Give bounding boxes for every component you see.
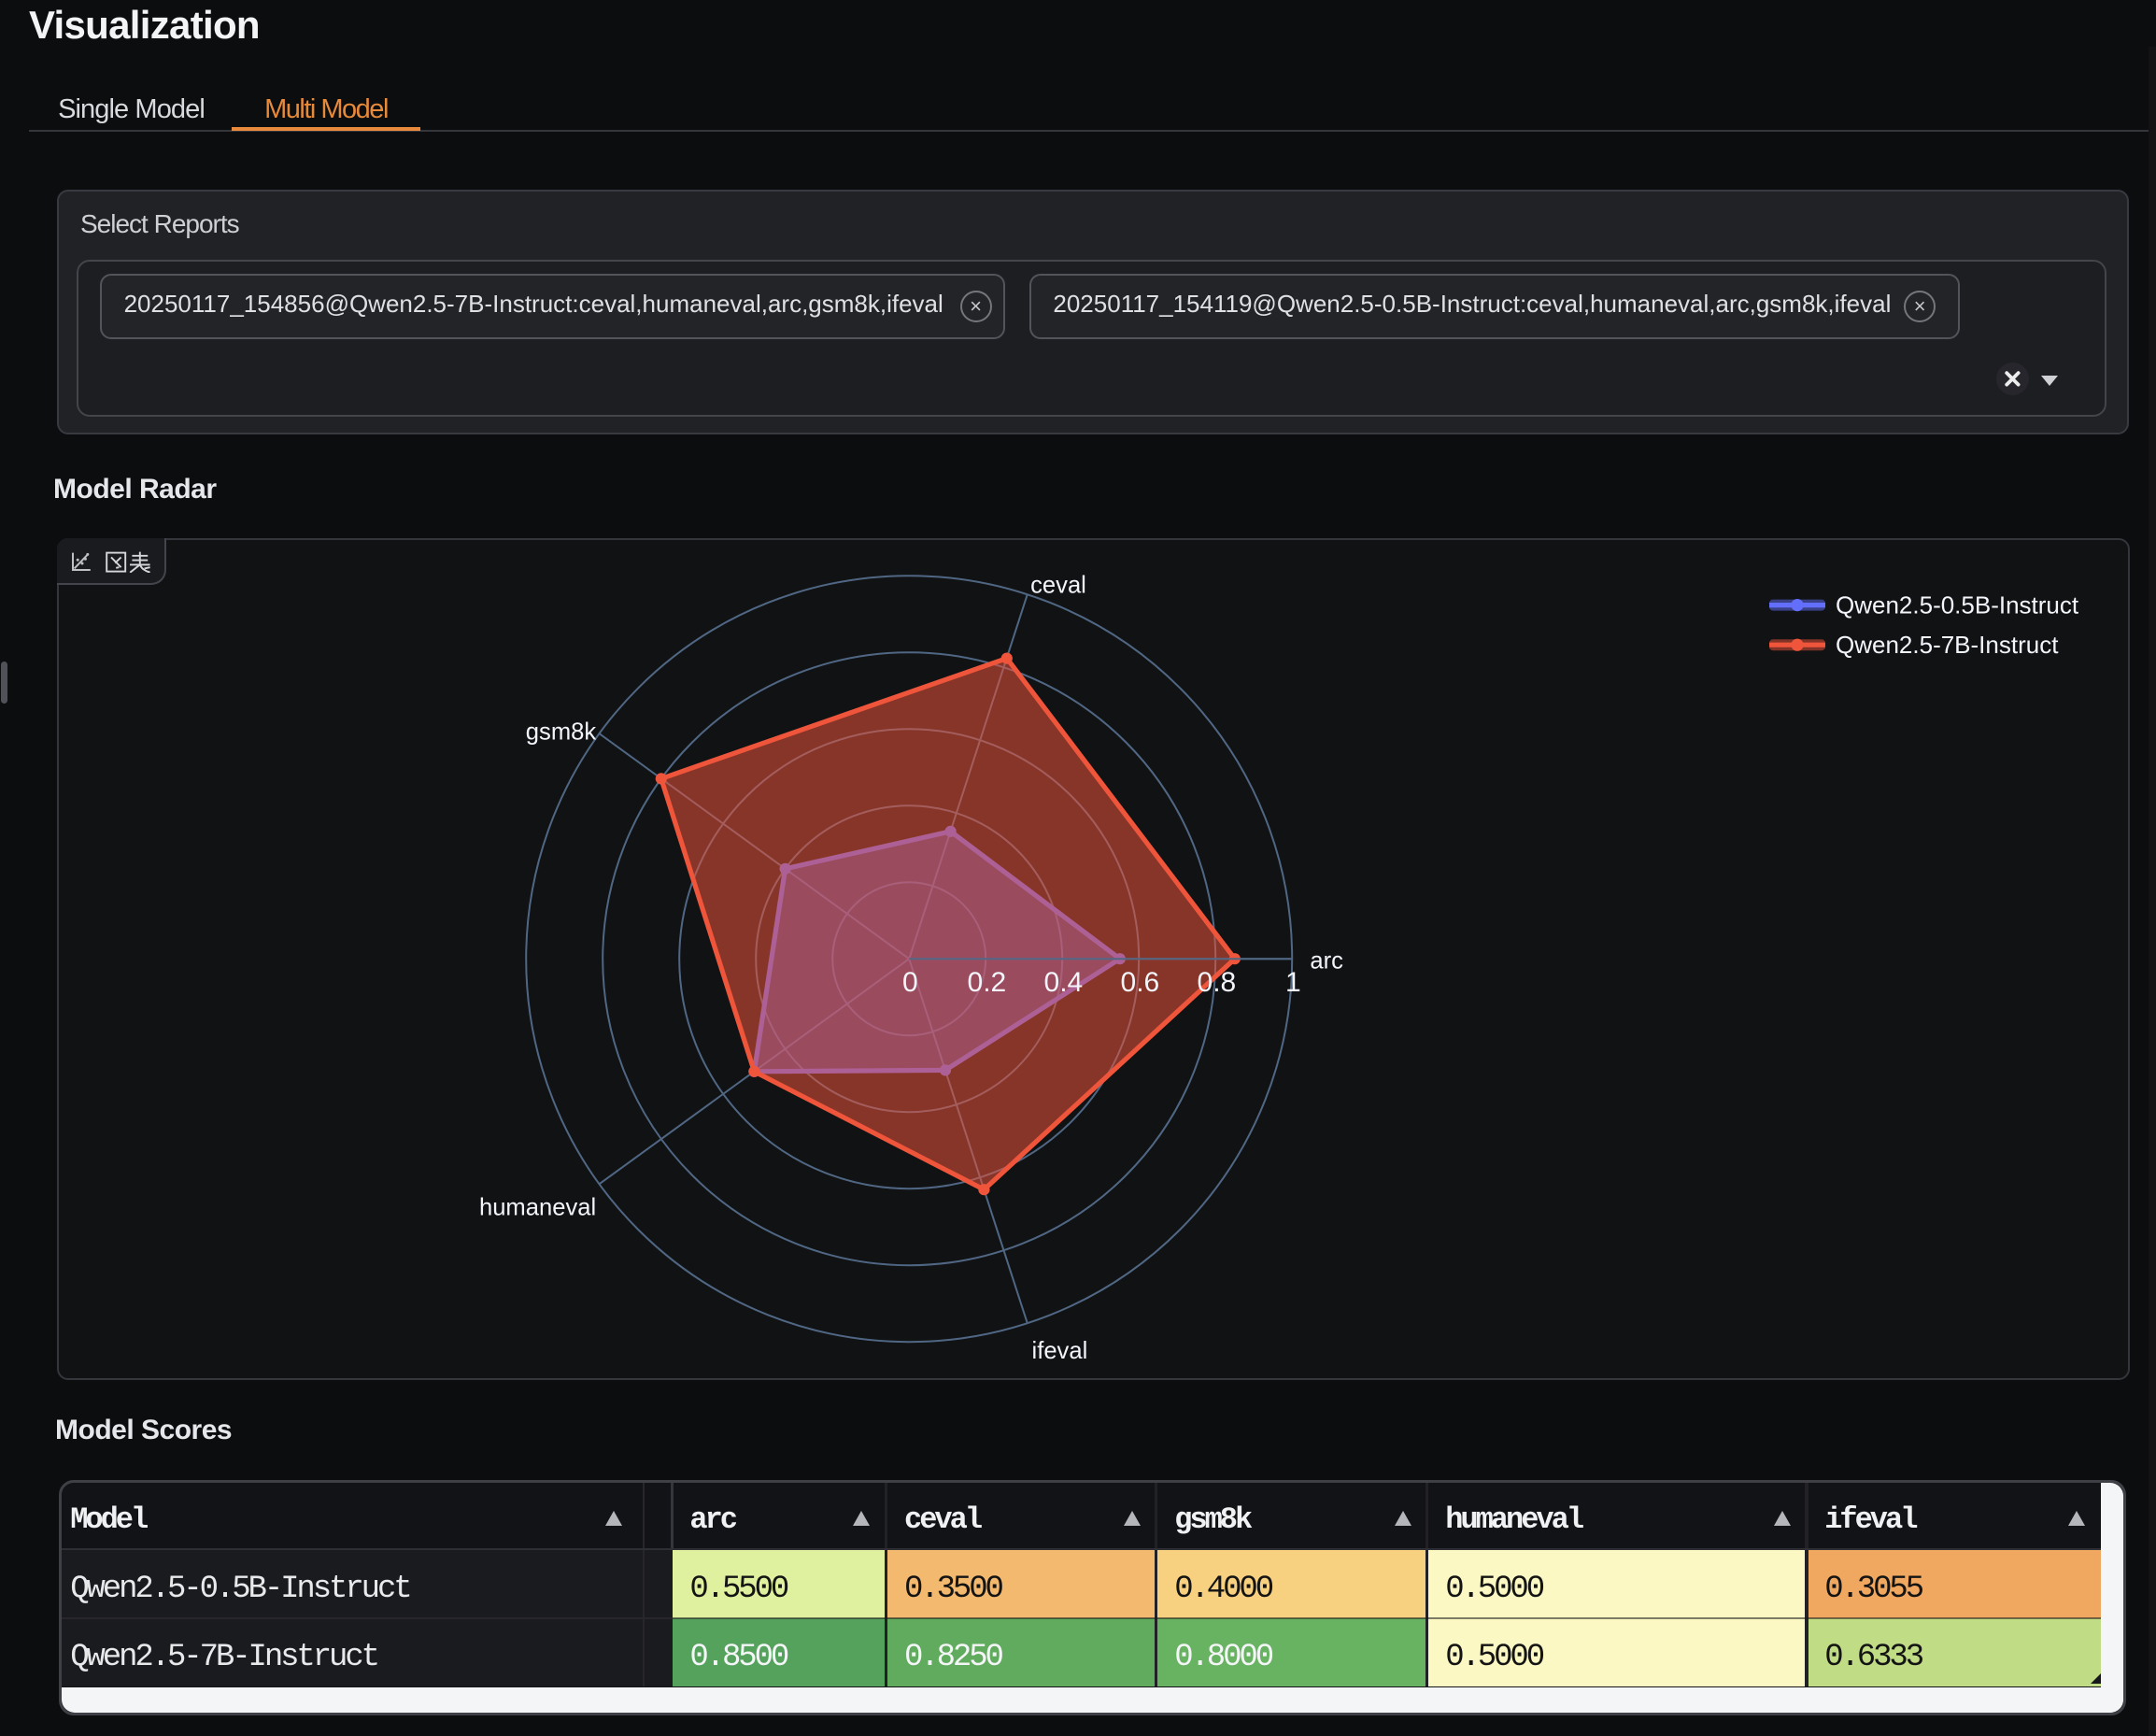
svg-text:Qwen2.5-7B-Instruct: Qwen2.5-7B-Instruct: [1836, 631, 2059, 659]
svg-text:gsm8k: gsm8k: [526, 719, 597, 745]
svg-text:0.6: 0.6: [1121, 967, 1160, 998]
svg-text:0: 0: [902, 967, 918, 998]
svg-text:ceval: ceval: [1030, 572, 1086, 598]
svg-text:0.2: 0.2: [968, 967, 1007, 998]
svg-text:humaneval: humaneval: [479, 1194, 596, 1220]
svg-text:Qwen2.5-0.5B-Instruct: Qwen2.5-0.5B-Instruct: [1836, 591, 2079, 619]
svg-text:1: 1: [1285, 967, 1301, 998]
svg-text:0.8: 0.8: [1198, 967, 1237, 998]
svg-text:0.4: 0.4: [1044, 967, 1084, 998]
svg-text:arc: arc: [1310, 947, 1343, 974]
svg-text:ifeval: ifeval: [1032, 1338, 1088, 1364]
